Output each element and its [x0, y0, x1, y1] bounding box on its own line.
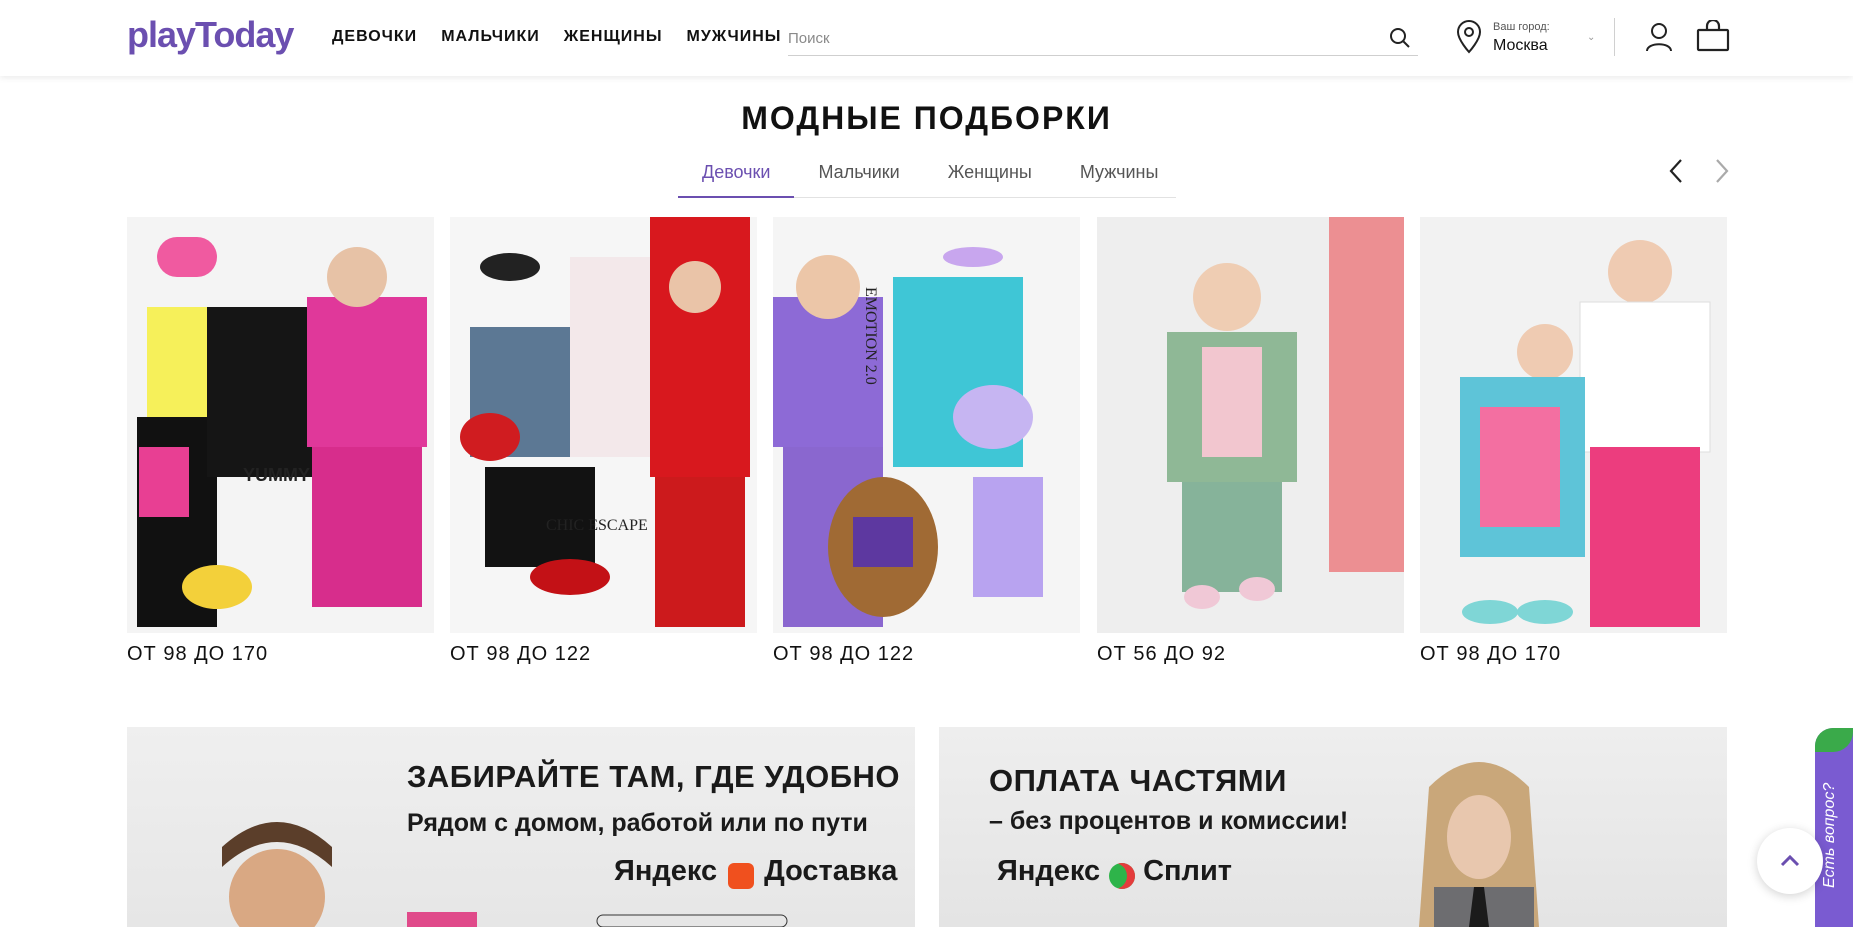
outfit-illustration [773, 247, 1043, 627]
city-label: Ваш город: [1493, 21, 1550, 33]
carousel-next-icon[interactable] [1706, 156, 1736, 186]
location-pin-icon [1456, 20, 1482, 54]
collection-card[interactable]: ОТ 98 ДО 170 [1420, 217, 1727, 666]
outfit-illustration [460, 217, 750, 627]
delivery-banner[interactable]: ЗАБИРАЙТЕ ТАМ, ГДЕ УДОБНО Рядом с домом,… [127, 727, 915, 927]
outfit-illustration [137, 237, 427, 627]
collection-image[interactable]: YUMMY [127, 217, 434, 633]
nav-item-boys[interactable]: МАЛЬЧИКИ [441, 28, 540, 46]
size-range-caption: ОТ 98 ДО 170 [1420, 643, 1562, 665]
nav-item-girls[interactable]: ДЕВОЧКИ [332, 28, 417, 46]
tab-girls[interactable]: Девочки [678, 156, 795, 198]
carousel-prev-icon[interactable] [1662, 156, 1692, 186]
nav-item-women[interactable]: ЖЕНЩИНЫ [564, 28, 663, 46]
brand-label: CHIC ESCAPE [546, 517, 648, 534]
banner-photo [222, 822, 788, 927]
city-name: Москва [1493, 37, 1548, 54]
outfit-illustration [1460, 240, 1711, 627]
collection-image[interactable] [1420, 217, 1727, 633]
leaf-icon [1815, 728, 1853, 752]
main-nav: ДЕВОЧКИ МАЛЬЧИКИ ЖЕНЩИНЫ МУЖЧИНЫ [332, 28, 781, 46]
user-icon[interactable] [1645, 22, 1673, 52]
chevron-up-icon [1780, 854, 1800, 867]
header-divider [1614, 18, 1615, 56]
tab-boys[interactable]: Мальчики [794, 156, 923, 197]
collection-image[interactable] [1097, 217, 1404, 633]
split-payment-banner[interactable]: ОПЛАТА ЧАСТЯМИ – без процентов и комисси… [939, 727, 1727, 927]
size-range-caption: ОТ 56 ДО 92 [1097, 643, 1227, 665]
size-range-caption: ОТ 98 ДО 170 [127, 643, 269, 665]
scroll-to-top-button[interactable] [1757, 828, 1823, 894]
tab-women[interactable]: Женщины [924, 156, 1056, 197]
collection-image[interactable]: CHIC ESCAPE [450, 217, 757, 633]
section-title: МОДНЫЕ ПОДБОРКИ [741, 100, 1112, 136]
logo-text: playToday [127, 14, 294, 55]
brand-label: YUMMY [243, 465, 310, 485]
collection-card[interactable]: EMOTION 2.0 ОТ 98 ДО 122 [773, 217, 1080, 666]
search-bar [788, 22, 1418, 56]
site-header: playToday ДЕВОЧКИ МАЛЬЧИКИ ЖЕНЩИНЫ МУЖЧИ… [0, 0, 1853, 76]
nav-item-men[interactable]: МУЖЧИНЫ [687, 28, 782, 46]
search-input[interactable] [788, 22, 1368, 54]
site-logo[interactable]: playToday [127, 14, 294, 56]
size-range-caption: ОТ 98 ДО 122 [773, 643, 915, 665]
collection-card[interactable]: YUMMY ОТ 98 ДО 170 [127, 217, 434, 666]
tab-men[interactable]: Мужчины [1056, 156, 1183, 197]
search-icon[interactable] [1388, 26, 1412, 50]
collection-image[interactable]: EMOTION 2.0 [773, 217, 1080, 633]
collection-card[interactable]: CHIC ESCAPE ОТ 98 ДО 122 [450, 217, 757, 666]
banner-photo [1419, 762, 1539, 927]
collection-card[interactable]: ОТ 56 ДО 92 [1097, 217, 1404, 666]
chevron-down-icon: ⌄ [1587, 32, 1596, 43]
brand-label: EMOTION 2.0 [862, 287, 879, 385]
city-selector[interactable]: Ваш город: Москва ⌄ [1455, 18, 1595, 58]
cart-icon[interactable] [1696, 20, 1730, 52]
category-tabs: Девочки Мальчики Женщины Мужчины [678, 156, 1176, 198]
outfit-illustration [1167, 217, 1404, 609]
ask-question-label: Есть вопрос? [1821, 782, 1838, 888]
size-range-caption: ОТ 98 ДО 122 [450, 643, 592, 665]
